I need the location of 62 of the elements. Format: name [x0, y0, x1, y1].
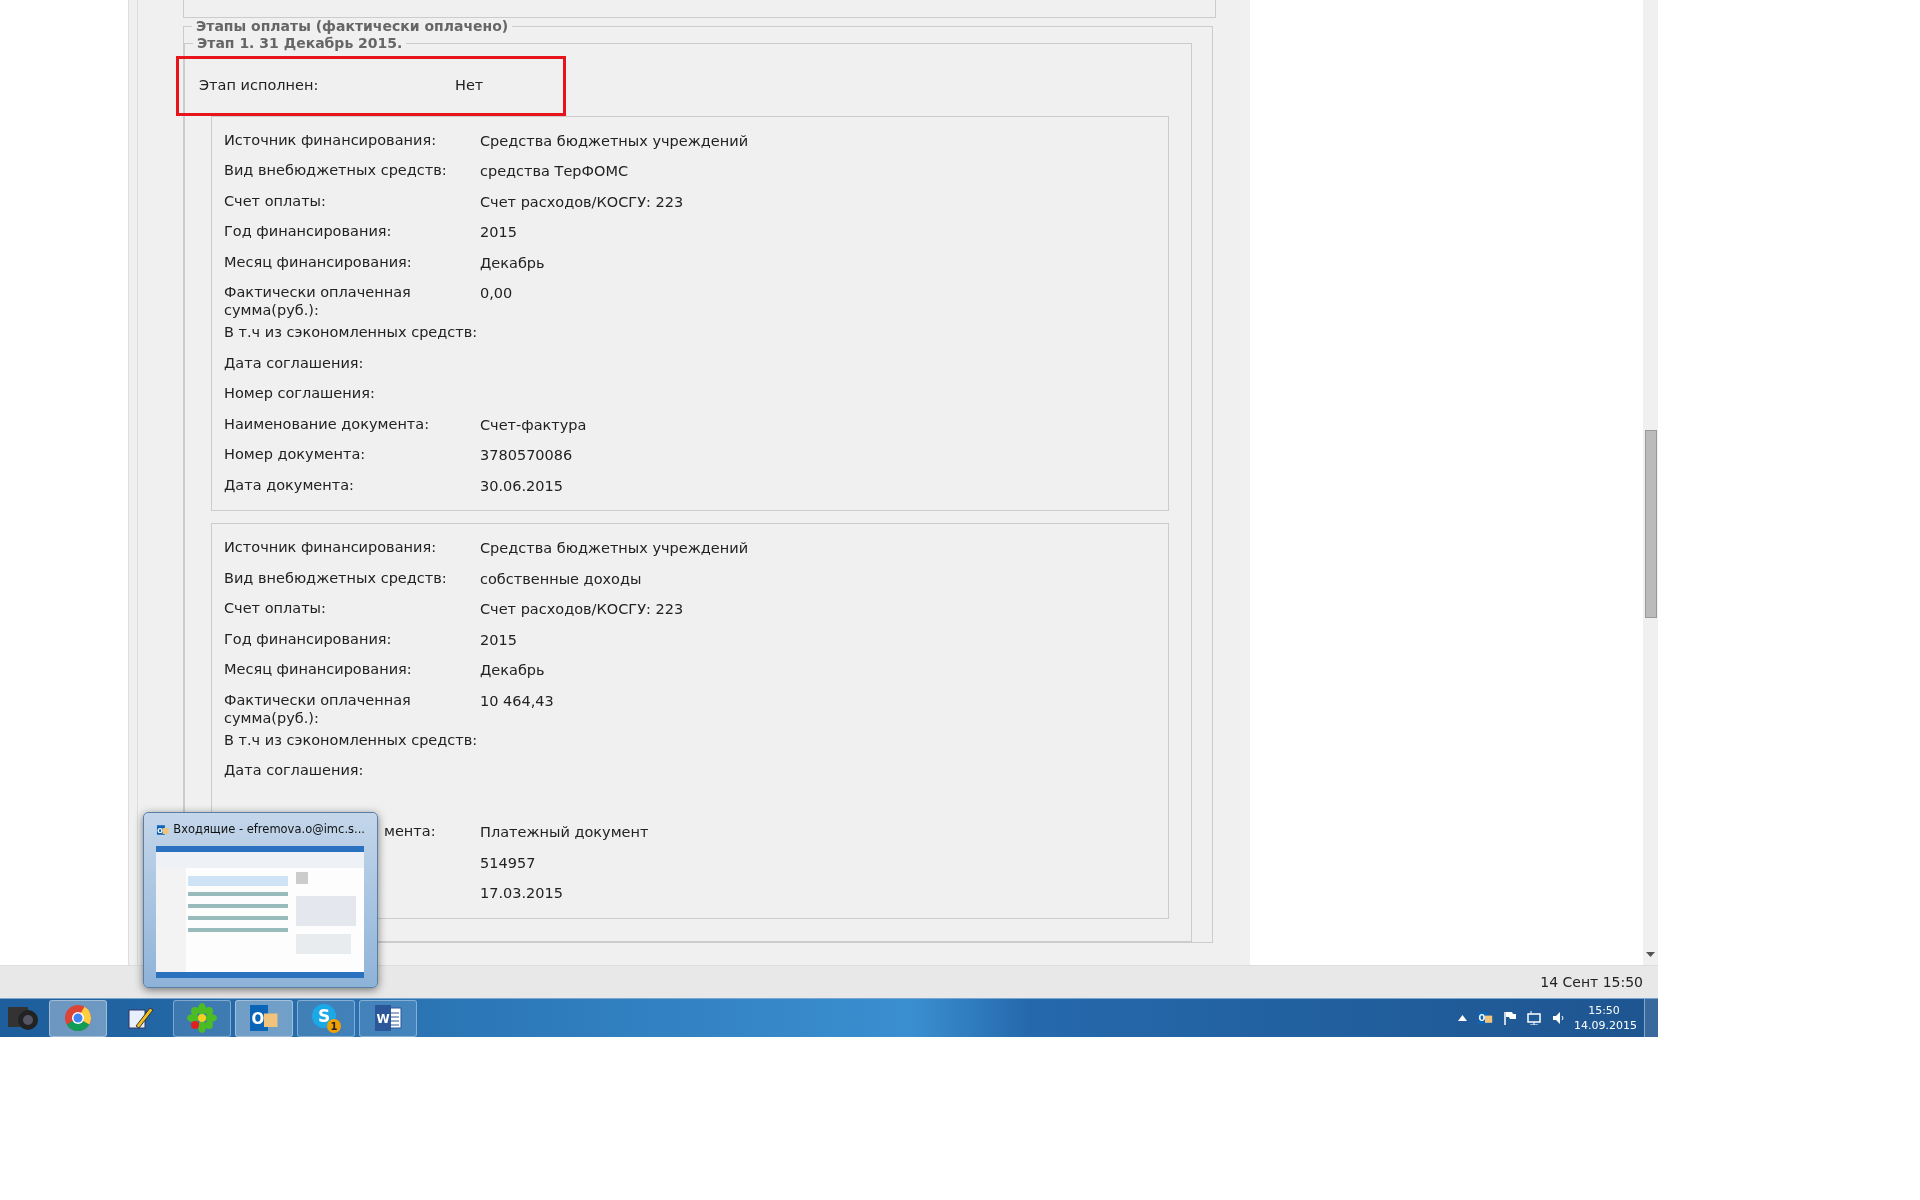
- field-value: Счет расходов/КОСГУ: 223: [480, 601, 684, 618]
- field-label: Год финансирования:: [224, 629, 393, 648]
- field-label: Фактически оплаченная сумма(руб.):: [224, 690, 412, 727]
- taskbar-button[interactable]: [49, 999, 107, 1037]
- section-title: Этапы оплаты (фактически оплачено): [196, 18, 509, 34]
- field-value: Нет: [455, 75, 484, 95]
- field-label: Вид внебюджетных средств:: [224, 568, 448, 587]
- field-value: Платежный документ: [480, 824, 649, 841]
- taskbar-button[interactable]: [173, 999, 231, 1037]
- clock-time: 15:50: [1587, 1003, 1621, 1018]
- field-label: Источник финансирования:: [224, 538, 438, 557]
- scroll-down-arrow-icon[interactable]: [1646, 952, 1655, 957]
- show-desktop-button[interactable]: [1644, 998, 1658, 1038]
- badge-count: 1: [330, 1021, 338, 1032]
- field-label: Месяц финансирования:: [224, 252, 413, 271]
- field-value: 30.06.2015: [480, 477, 564, 494]
- field-value: средства ТерФОМС: [480, 163, 629, 180]
- field-label: Фактически оплаченная сумма(руб.):: [224, 283, 412, 320]
- clock-date: 14.09.2015: [1574, 1018, 1634, 1033]
- chrome-icon: [64, 1004, 92, 1032]
- flower-icon: [187, 1003, 217, 1033]
- field-value: Средства бюджетных учреждений: [480, 132, 749, 149]
- scrollbar[interactable]: [1643, 0, 1658, 965]
- field-label: Дата соглашения:: [224, 761, 365, 780]
- field-label: Вид внебюджетных средств:: [224, 161, 448, 180]
- field-value: 17.03.2015: [480, 885, 564, 902]
- field-value: Декабрь: [480, 254, 545, 271]
- field-label: Этап исполнен:: [199, 75, 320, 95]
- field-value: Декабрь: [480, 662, 545, 679]
- field-value: Средства бюджетных учреждений: [480, 540, 749, 557]
- field-value: 0,00: [480, 285, 513, 302]
- field-value: Счет расходов/КОСГУ: 223: [480, 193, 684, 210]
- preview-title: Входящие - efremova.o@imc.s...: [173, 821, 365, 838]
- field-value: 2015: [480, 224, 517, 241]
- field-label: Дата соглашения:: [224, 353, 365, 372]
- network-icon[interactable]: [1527, 1011, 1542, 1025]
- taskbar-button[interactable]: W: [359, 999, 417, 1037]
- field-label: Номер соглашения:: [224, 384, 376, 403]
- field-label: Источник финансирования:: [224, 130, 438, 149]
- field-value: 2015: [480, 631, 517, 648]
- field-label: В т.ч из сэкономленных средств:: [224, 323, 479, 342]
- field-value: собственные доходы: [480, 570, 642, 587]
- taskbar-button[interactable]: O: [235, 999, 293, 1037]
- field-value: 10 464,43: [480, 692, 554, 709]
- field-label: Дата документа:: [224, 475, 355, 494]
- field-label: мента:: [384, 823, 436, 840]
- field-value: 3780570086: [480, 447, 573, 464]
- field-label: Счет оплаты:: [224, 599, 327, 618]
- tray-expand-arrow-icon[interactable]: [1458, 1015, 1467, 1021]
- field-value: 514957: [480, 854, 536, 871]
- stage-title: Этап 1. 31 Декабрь 2015.: [197, 34, 403, 51]
- field-label: В т.ч из сэкономленных средств:: [224, 730, 479, 749]
- field-label: Наименование документа:: [224, 414, 431, 433]
- speaker-icon[interactable]: [1552, 1011, 1564, 1025]
- status-datetime: 14 Сент 15:50: [1540, 972, 1643, 992]
- field-label: Год финансирования:: [224, 222, 393, 241]
- scrollbar-thumb[interactable]: [1644, 430, 1657, 618]
- flag-icon[interactable]: [1503, 1011, 1517, 1025]
- field-label: Месяц финансирования:: [224, 660, 413, 679]
- field-label: Счет оплаты:: [224, 191, 327, 210]
- field-label: Номер документа:: [224, 445, 367, 464]
- field-value: Счет-фактура: [480, 416, 587, 433]
